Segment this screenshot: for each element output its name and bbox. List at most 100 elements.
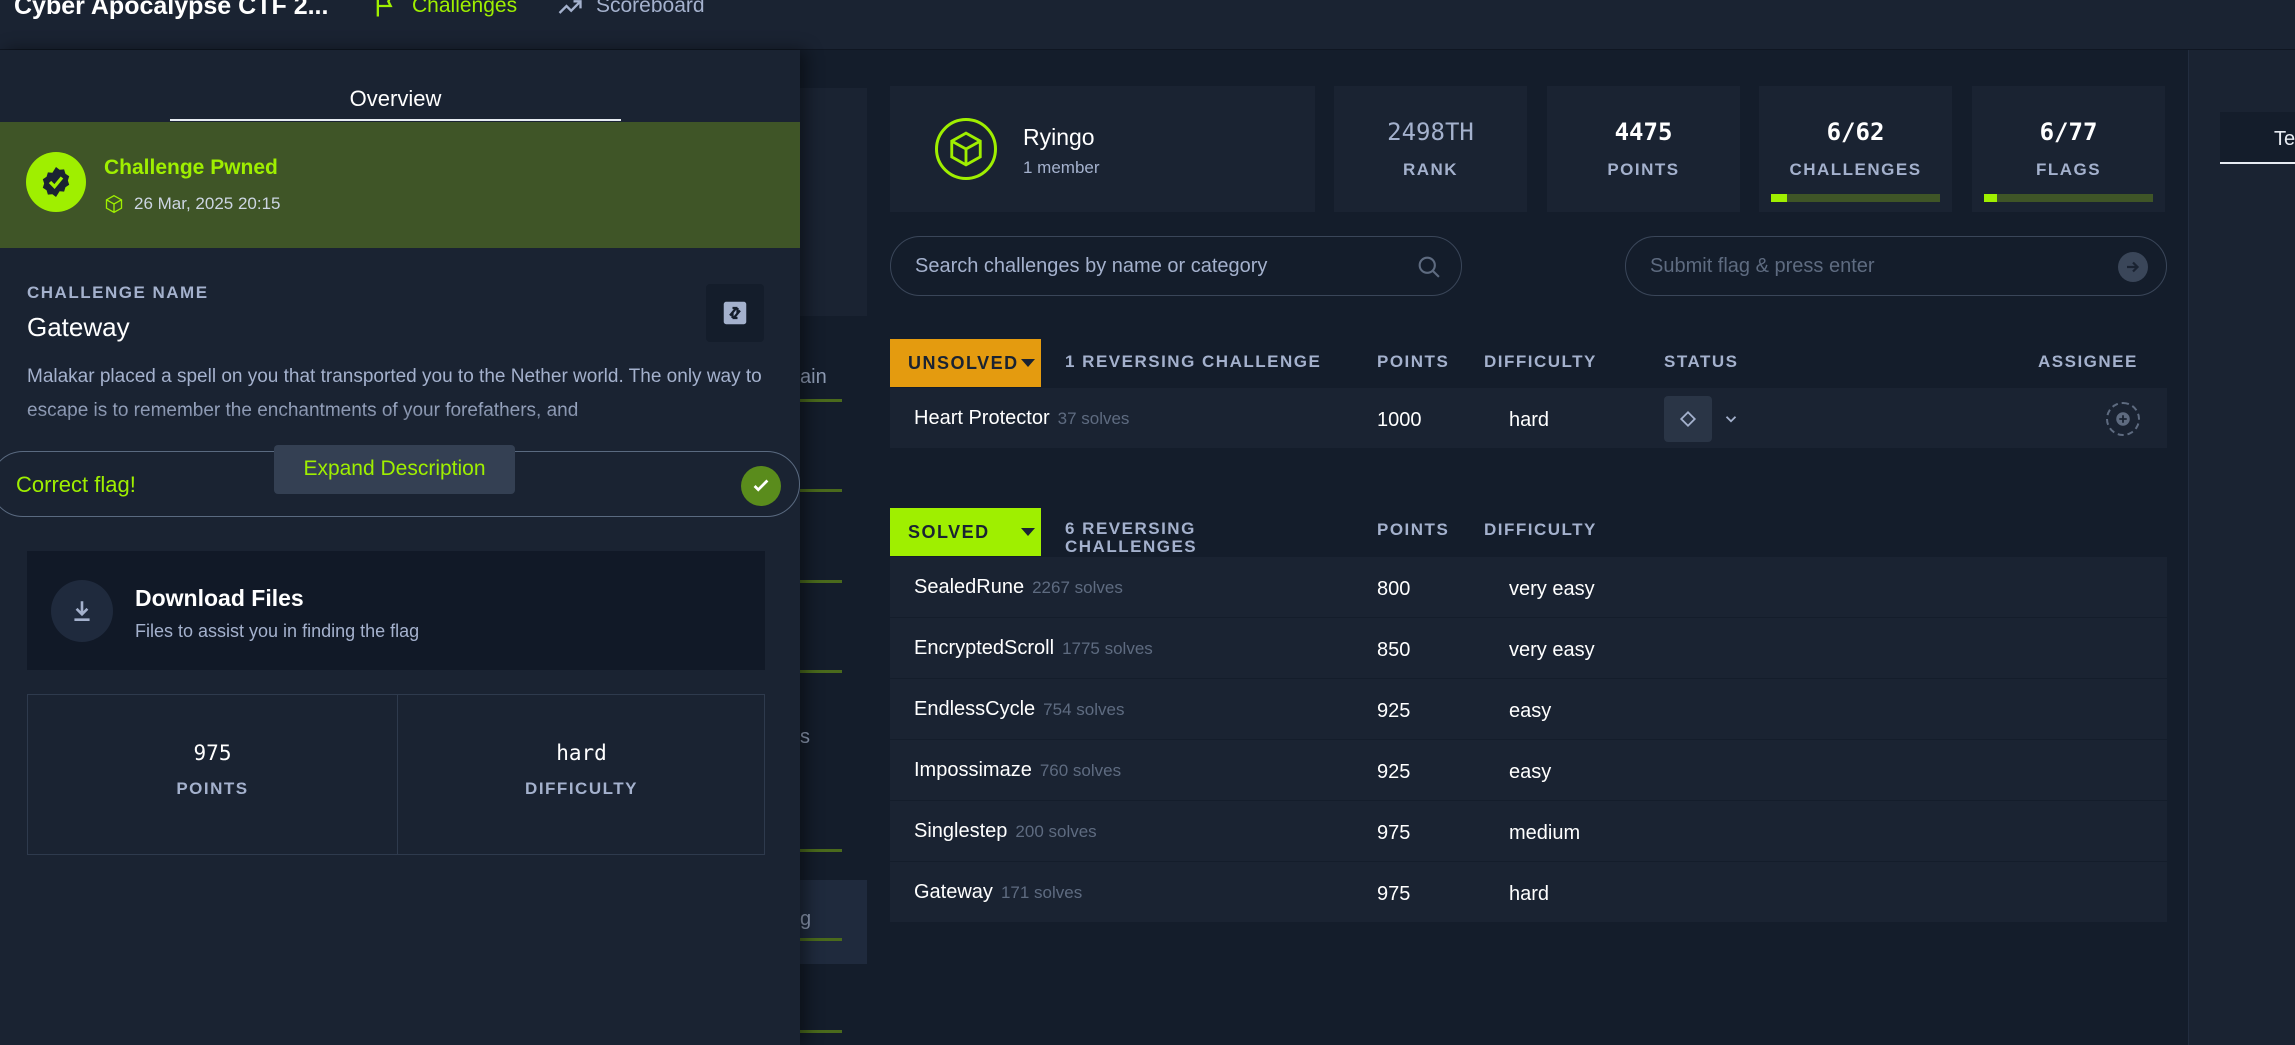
row-solves: 171 solves — [1000, 883, 1083, 902]
right-panel — [2188, 50, 2295, 1045]
stats-divider — [397, 695, 398, 854]
challenge-stats: 975 POINTS hard DIFFICULTY — [27, 694, 765, 855]
challenge-name-cell: Heart Protector 37 solves — [914, 407, 1129, 430]
row-difficulty: easy — [1509, 700, 1552, 722]
challenges-value: 6/62 — [1826, 118, 1885, 146]
app-title[interactable]: Cyber Apocalypse CTF 2... — [14, 0, 328, 21]
challenge-sidebar: Overview Challenge Pwned 26 Mar, 2025 20… — [0, 50, 800, 1045]
category-progress — [800, 938, 842, 941]
unsolved-filter-badge[interactable]: UNSOLVED — [890, 339, 1041, 387]
unsolved-badge-label: UNSOLVED — [908, 353, 1019, 373]
download-icon — [51, 580, 113, 642]
status-diamond-button[interactable] — [1664, 396, 1712, 442]
challenges-label: CHALLENGES — [1789, 160, 1922, 179]
category-item-fragment[interactable]: g — [800, 908, 811, 931]
flag-icon — [376, 0, 393, 17]
challenge-name-cell: Impossimaze 760 solves — [914, 759, 1121, 782]
download-files-card[interactable]: Download Files Files to assist you in fi… — [27, 551, 765, 670]
nav-scoreboard-label: Scoreboard — [596, 0, 705, 17]
row-points: 850 — [1377, 639, 1411, 661]
download-title: Download Files — [135, 585, 304, 611]
challenge-name-label: CHALLENGE NAME — [27, 283, 209, 302]
submit-flag-input[interactable]: Submit flag & press enter — [1625, 236, 2167, 296]
nav-challenges[interactable]: Challenges — [372, 0, 517, 20]
table-row[interactable]: SealedRune 2267 solves 800 very easy — [890, 556, 2167, 617]
row-points: 975 — [1377, 883, 1411, 905]
caret-down-icon — [1021, 528, 1035, 536]
rank-label: RANK — [1402, 160, 1459, 179]
row-name: Singlestep — [914, 820, 1008, 842]
row-solves: 754 solves — [1043, 700, 1125, 719]
row-name: Impossimaze — [914, 759, 1032, 781]
row-points: 925 — [1377, 761, 1411, 783]
table-row[interactable]: Impossimaze 760 solves 925 easy — [890, 739, 2167, 800]
team-card[interactable]: Ryingo 1 member — [890, 86, 1315, 212]
table-row[interactable]: EndlessCycle 754 solves 925 easy — [890, 678, 2167, 739]
search-placeholder: Search challenges by name or category — [915, 255, 1268, 277]
row-solves: 200 solves — [1015, 822, 1097, 841]
category-progress — [800, 399, 842, 402]
tab-teams-label: Te — [2274, 128, 2295, 150]
flags-value: 6/77 — [2039, 118, 2098, 146]
swap-button[interactable] — [706, 284, 764, 342]
team-avatar — [935, 118, 997, 180]
tab-teams[interactable]: Te — [2220, 112, 2295, 164]
team-name[interactable]: Ryingo — [1023, 124, 1095, 151]
solved-heading-line1: 6 REVERSING — [1065, 519, 1196, 538]
row-difficulty: medium — [1509, 822, 1581, 844]
pwned-date: 26 Mar, 2025 20:15 — [104, 194, 281, 214]
tab-overview[interactable]: Overview — [170, 70, 621, 121]
table-row[interactable]: Singlestep 200 solves 975 medium — [890, 800, 2167, 861]
search-icon — [1418, 256, 1440, 278]
top-bar: Cyber Apocalypse CTF 2... Challenges Sco… — [0, 0, 2295, 50]
row-difficulty: very easy — [1509, 578, 1595, 600]
challenges-progress-bar — [1771, 194, 1940, 202]
row-difficulty: hard — [1509, 409, 1550, 431]
flags-progress-bar — [1984, 194, 2153, 202]
expand-description-button[interactable]: Expand Description — [274, 445, 515, 494]
category-progress — [800, 849, 842, 852]
unsolved-heading: 1 REVERSING CHALLENGE — [1065, 352, 1322, 371]
solved-heading-line2: CHALLENGES — [1065, 537, 1198, 556]
col-status: STATUS — [1664, 352, 1739, 371]
challenge-name-cell: EndlessCycle 754 solves — [914, 698, 1124, 721]
arrow-right-icon[interactable] — [2118, 252, 2148, 282]
team-points-label: POINTS — [1607, 160, 1680, 179]
challenge-name-cell: EncryptedScroll 1775 solves — [914, 637, 1153, 660]
difficulty-value: hard — [556, 741, 607, 765]
col-assignee: ASSIGNEE — [2038, 352, 2138, 371]
cube-icon — [950, 131, 982, 167]
table-row[interactable]: Gateway 171 solves 975 hard — [890, 861, 2167, 922]
points-card: 4475 POINTS — [1547, 86, 1740, 212]
verified-badge-icon — [26, 152, 86, 212]
challenge-name-cell: Singlestep 200 solves — [914, 820, 1097, 843]
flag-status-text: Correct flag! — [16, 472, 136, 497]
row-solves: 37 solves — [1057, 409, 1130, 428]
table-row[interactable]: Heart Protector 37 solves 1000 hard — [890, 387, 2167, 448]
solved-heading: 6 REVERSING CHALLENGES — [1065, 520, 1197, 556]
category-item-fragment[interactable]: s — [800, 726, 810, 749]
trend-chart-icon — [558, 0, 582, 14]
row-difficulty: very easy — [1509, 639, 1595, 661]
row-name: EndlessCycle — [914, 698, 1036, 720]
chevron-down-icon[interactable] — [1722, 410, 1740, 428]
pwned-date-text: 26 Mar, 2025 20:15 — [134, 194, 281, 213]
row-solves: 1775 solves — [1062, 639, 1153, 658]
row-points: 800 — [1377, 578, 1411, 600]
cube-icon — [105, 194, 123, 214]
category-progress — [800, 1030, 842, 1033]
table-row[interactable]: EncryptedScroll 1775 solves 850 very easy — [890, 617, 2167, 678]
category-item-fragment[interactable]: ain — [800, 366, 827, 389]
solved-filter-badge[interactable]: SOLVED — [890, 508, 1041, 556]
row-name: Gateway — [914, 881, 993, 903]
row-difficulty: hard — [1509, 883, 1550, 905]
add-assignee-button[interactable] — [2106, 402, 2140, 436]
download-subtitle: Files to assist you in finding the flag — [135, 621, 420, 641]
flags-progress-fill — [1984, 194, 1998, 202]
flags-card: 6/77 FLAGS — [1972, 86, 2165, 212]
team-members: 1 member — [1023, 158, 1100, 177]
nav-scoreboard[interactable]: Scoreboard — [556, 0, 705, 20]
search-input[interactable]: Search challenges by name or category — [890, 236, 1462, 296]
category-progress — [800, 580, 842, 583]
caret-down-icon — [1021, 359, 1035, 367]
